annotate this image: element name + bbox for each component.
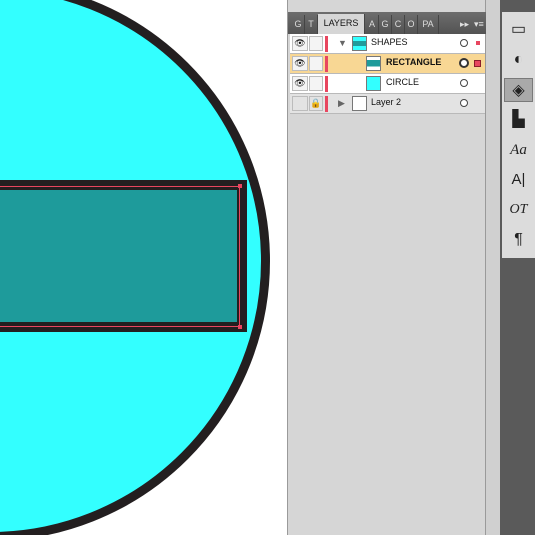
align-icon[interactable]: ▙	[504, 108, 533, 132]
layer-color-indicator	[325, 76, 328, 92]
tab-6[interactable]: O	[405, 15, 418, 34]
lock-toggle[interactable]	[309, 76, 323, 91]
layer-name[interactable]: SHAPES	[371, 37, 408, 47]
tab-7[interactable]: PA	[418, 15, 439, 34]
lock-toggle[interactable]	[309, 36, 323, 51]
expand-triangle-icon[interactable]: ▼	[338, 38, 347, 48]
eye-icon[interactable]: 👁	[292, 76, 308, 91]
layer-thumbnail	[352, 96, 367, 111]
character-icon[interactable]: A|	[504, 168, 533, 192]
layers-panel: G T LAYERS A G C O PA ▸▸ ▾≡ 👁 ▼ SHAPES 👁…	[287, 0, 487, 535]
layer-thumbnail	[352, 36, 367, 51]
panel-tab-bar: G T LAYERS A G C O PA ▸▸ ▾≡	[288, 12, 487, 34]
target-icon[interactable]	[460, 39, 468, 47]
layer-name[interactable]: CIRCLE	[386, 77, 419, 87]
target-icon[interactable]	[460, 99, 468, 107]
layer-thumbnail	[366, 56, 381, 71]
eye-icon[interactable]: 👁	[292, 56, 308, 71]
side-panel-dock: ▭ ◐ ◈ ▙ Aa A| OT ¶	[500, 0, 535, 535]
gradient-icon[interactable]: ▭	[504, 18, 533, 42]
layer-color-indicator	[325, 96, 328, 112]
layer-row-shapes[interactable]: 👁 ▼ SHAPES	[290, 34, 485, 54]
layer-row-rectangle[interactable]: 👁 RECTANGLE	[290, 54, 485, 74]
target-icon[interactable]	[459, 58, 469, 68]
panel-menu-button[interactable]: ▾≡	[474, 15, 484, 34]
tab-5[interactable]: C	[392, 15, 405, 34]
side-tool-strip: ▭ ◐ ◈ ▙ Aa A| OT ¶	[502, 12, 535, 258]
visibility-toggle[interactable]	[292, 96, 308, 111]
selection-handle-bottom-right[interactable]	[238, 325, 242, 329]
expand-triangle-icon[interactable]: ▶	[338, 98, 345, 109]
layer-row-circle[interactable]: 👁 CIRCLE	[290, 74, 485, 94]
lock-icon[interactable]: 🔒	[309, 96, 323, 111]
layer-thumbnail	[366, 76, 381, 91]
layers-icon[interactable]: ◈	[504, 78, 533, 102]
selection-handle-top-right[interactable]	[238, 184, 242, 188]
panel-expand-button[interactable]: ▸▸	[460, 15, 469, 34]
layer-color-indicator	[325, 56, 328, 72]
eye-icon[interactable]: 👁	[292, 36, 308, 51]
tab-3[interactable]: A	[366, 15, 379, 34]
layer-color-indicator	[325, 36, 328, 52]
panel-divider[interactable]	[486, 0, 500, 535]
lock-toggle[interactable]	[309, 56, 323, 71]
tab-1[interactable]: T	[305, 15, 318, 34]
layer-name[interactable]: Layer 2	[371, 97, 401, 107]
tab-0[interactable]: G	[292, 15, 305, 34]
selection-indicator[interactable]	[474, 60, 481, 67]
selection-indicator[interactable]	[476, 41, 480, 45]
layer-name[interactable]: RECTANGLE	[386, 57, 441, 67]
tab-4[interactable]: G	[379, 15, 392, 34]
selection-bounding-box	[0, 186, 240, 327]
layers-list: 👁 ▼ SHAPES 👁 RECTANGLE 👁 CIRCLE 🔒 ▶ Laye…	[290, 34, 485, 114]
target-icon[interactable]	[460, 79, 468, 87]
tab-layers[interactable]: LAYERS	[318, 14, 365, 34]
layer-row-layer-2[interactable]: 🔒 ▶ Layer 2	[290, 94, 485, 114]
opentype-icon[interactable]: OT	[504, 198, 533, 222]
artboard-canvas[interactable]	[0, 0, 287, 535]
transparency-icon[interactable]: ◐	[504, 48, 533, 72]
paragraph-icon[interactable]: ¶	[504, 228, 533, 252]
character-style-icon[interactable]: Aa	[504, 138, 533, 162]
